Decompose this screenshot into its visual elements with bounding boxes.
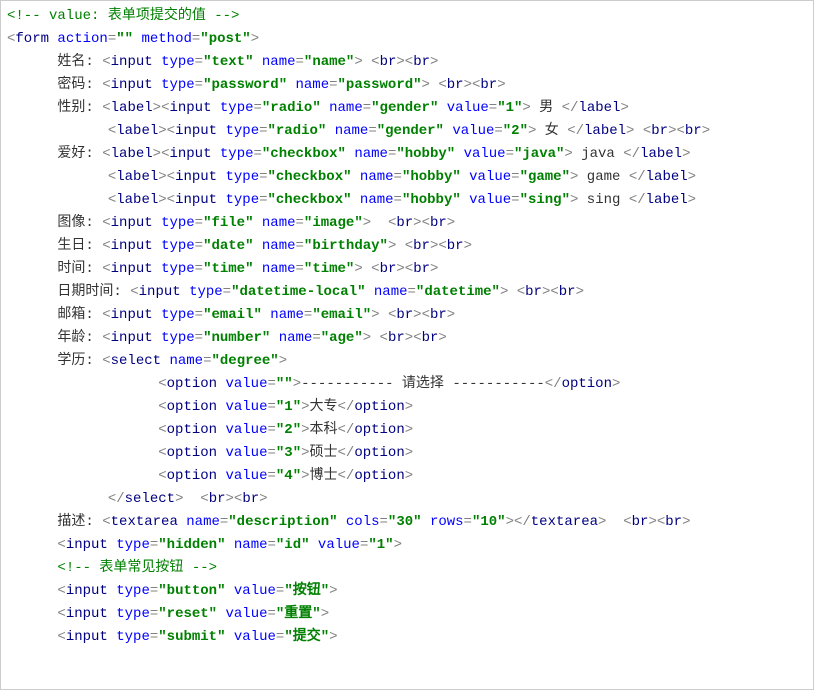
code-line: <form action="" method="post"> [7,28,807,51]
code-line: 图像: <input type="file" name="image"> <br… [7,212,807,235]
code-line: 密码: <input type="password" name="passwor… [7,74,807,97]
code-line: </select> <br><br> [7,488,807,511]
code-line: <input type="reset" value="重置"> [7,603,807,626]
code-line: 姓名: <input type="text" name="name"> <br>… [7,51,807,74]
code-line: <label><input type="checkbox" name="hobb… [7,189,807,212]
code-line: <input type="submit" value="提交"> [7,626,807,649]
code-line: <option value="4">博士</option> [7,465,807,488]
code-line: 时间: <input type="time" name="time"> <br>… [7,258,807,281]
code-line: 日期时间: <input type="datetime-local" name=… [7,281,807,304]
code-line: 邮箱: <input type="email" name="email"> <b… [7,304,807,327]
code-line: <label><input type="checkbox" name="hobb… [7,166,807,189]
code-line: 年龄: <input type="number" name="age"> <br… [7,327,807,350]
code-line: <option value="1">大专</option> [7,396,807,419]
code-line: <input type="hidden" name="id" value="1"… [7,534,807,557]
code-line: 描述: <textarea name="description" cols="3… [7,511,807,534]
code-line: <option value="">----------- 请选择 -------… [7,373,807,396]
code-line: <input type="button" value="按钮"> [7,580,807,603]
code-line: <!-- 表单常见按钮 --> [7,557,807,580]
code-line: <label><input type="radio" name="gender"… [7,120,807,143]
code-line: 爱好: <label><input type="checkbox" name="… [7,143,807,166]
code-line: <!-- value: 表单项提交的值 --> [7,5,807,28]
code-line: <option value="2">本科</option> [7,419,807,442]
code-line: 学历: <select name="degree"> [7,350,807,373]
code-line: 性别: <label><input type="radio" name="gen… [7,97,807,120]
code-editor[interactable]: <!-- value: 表单项提交的值 --><form action="" m… [0,0,814,690]
code-line: 生日: <input type="date" name="birthday"> … [7,235,807,258]
code-line: <option value="3">硕士</option> [7,442,807,465]
